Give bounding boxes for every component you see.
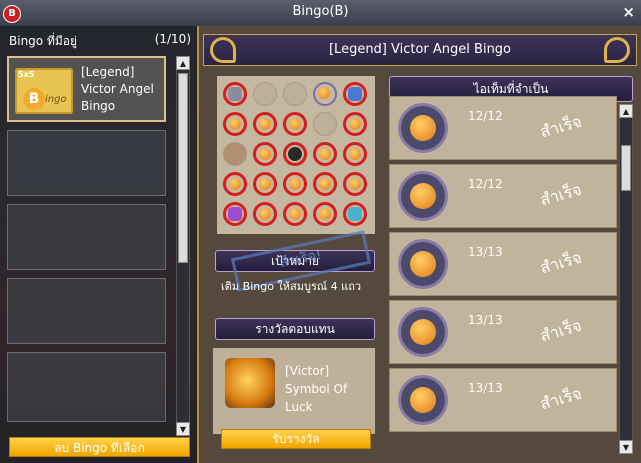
bingo-list-heading: Bingo ที่มีอยู่: [9, 34, 78, 48]
item-count: 12/12: [468, 177, 503, 191]
bingo-cell-coin[interactable]: [253, 112, 277, 136]
required-item-row: 13/13 สำเร็จ: [389, 232, 617, 296]
bingo-list-count: (1/10): [154, 32, 191, 46]
ticket-letter: B: [23, 88, 45, 110]
bingo-cell-coin[interactable]: [343, 172, 367, 196]
required-item-row: 12/12 สำเร็จ: [389, 96, 617, 160]
bingo-slot-empty[interactable]: [7, 204, 166, 270]
bingo-slot-selected[interactable]: 5x5 B ingo [Legend] Victor Angel Bingo: [7, 56, 166, 122]
ticket-word: ingo: [45, 94, 67, 105]
bingo-cell-coin[interactable]: [283, 172, 307, 196]
item-count: 13/13: [468, 313, 503, 327]
bingo-cell-coin[interactable]: [313, 202, 337, 226]
scroll-thumb[interactable]: [621, 145, 631, 191]
bingo-slot-label: [Legend] Victor Angel Bingo: [81, 65, 154, 113]
bingo-cell-coin[interactable]: [343, 142, 367, 166]
bingo-cell-empty[interactable]: [223, 142, 247, 166]
bingo-title-bar: [Legend] Victor Angel Bingo: [203, 34, 637, 66]
reward-box: [Victor] Symbol Of Luck: [213, 348, 375, 434]
bingo-cell-coin[interactable]: [283, 112, 307, 136]
required-item-row: 13/13 สำเร็จ: [389, 368, 617, 432]
bingo-slot-empty[interactable]: [7, 130, 166, 196]
emblem-icon: [398, 375, 448, 425]
bingo-slot-empty[interactable]: [7, 278, 166, 344]
bingo-cell-coin[interactable]: [223, 172, 247, 196]
item-status: สำเร็จ: [537, 383, 584, 414]
emblem-icon: [398, 307, 448, 357]
item-count: 13/13: [468, 245, 503, 259]
bingo-cell-special[interactable]: [223, 202, 247, 226]
item-status: สำเร็จ: [537, 315, 584, 346]
bingo-cell-coin[interactable]: [313, 142, 337, 166]
item-count: 13/13: [468, 381, 503, 395]
bingo-cell-coin[interactable]: [253, 202, 277, 226]
scroll-thumb[interactable]: [178, 73, 188, 263]
ornament-right-icon: [604, 37, 630, 63]
title-bar: B Bingo(B) ×: [0, 0, 641, 27]
bingo-cell-coin[interactable]: [253, 142, 277, 166]
claim-reward-button[interactable]: รับรางวัล: [221, 429, 371, 449]
item-status: สำเร็จ: [537, 247, 584, 278]
bingo-detail-panel: [Legend] Victor Angel Bingo เป้าหมาย สำเ…: [197, 26, 641, 463]
bingo-cell-empty[interactable]: [253, 82, 277, 106]
symbol-of-luck-icon: [225, 358, 275, 408]
scroll-down-icon[interactable]: ▼: [176, 422, 190, 436]
scroll-up-icon[interactable]: ▲: [619, 104, 633, 118]
bingo-cell-coin[interactable]: [283, 202, 307, 226]
bingo-cell-coin[interactable]: [313, 172, 337, 196]
bingo-list-panel: Bingo ที่มีอยู่ (1/10) 5x5 B ingo [Legen…: [0, 26, 197, 463]
ticket-badge: 5x5: [18, 70, 35, 79]
bingo-cell-special[interactable]: [283, 142, 307, 166]
window-title: Bingo(B): [292, 4, 349, 19]
bingo-ticket-icon: 5x5 B ingo: [15, 68, 73, 114]
delete-bingo-button[interactable]: ลบ Bingo ที่เลือก: [9, 437, 190, 457]
scroll-up-icon[interactable]: ▲: [176, 56, 190, 70]
emblem-icon: [398, 239, 448, 289]
bingo-board: [217, 76, 375, 234]
required-items-scrollbar[interactable]: ▲ ▼: [619, 104, 633, 454]
bingo-title: [Legend] Victor Angel Bingo: [328, 42, 512, 57]
bingo-cell-special[interactable]: [343, 82, 367, 106]
goal-description: เติม Bingo ให้สมบูรณ์ 4 แถว: [221, 280, 362, 293]
bingo-slot-empty[interactable]: [7, 352, 166, 422]
emblem-icon: [398, 171, 448, 221]
bingo-cell-empty[interactable]: [313, 112, 337, 136]
emblem-icon: [398, 103, 448, 153]
bingo-cell-empty[interactable]: [283, 82, 307, 106]
item-status: สำเร็จ: [537, 111, 584, 142]
bingo-cell-coin[interactable]: [343, 112, 367, 136]
bingo-cell-coin[interactable]: [313, 82, 337, 106]
close-button[interactable]: ×: [622, 3, 635, 21]
item-count: 12/12: [468, 109, 503, 123]
bingo-cell-coin[interactable]: [223, 112, 247, 136]
required-item-row: 12/12 สำเร็จ: [389, 164, 617, 228]
item-status: สำเร็จ: [537, 179, 584, 210]
reward-header: รางวัลตอบแทน: [215, 318, 375, 340]
bingo-cell-special[interactable]: [223, 82, 247, 106]
scroll-down-icon[interactable]: ▼: [619, 440, 633, 454]
bingo-cell-special[interactable]: [343, 202, 367, 226]
bingo-cell-coin[interactable]: [253, 172, 277, 196]
reward-item-label: [Victor] Symbol Of Luck: [285, 364, 348, 414]
bingo-list-scrollbar[interactable]: ▲ ▼: [176, 56, 190, 436]
required-item-row: 13/13 สำเร็จ: [389, 300, 617, 364]
